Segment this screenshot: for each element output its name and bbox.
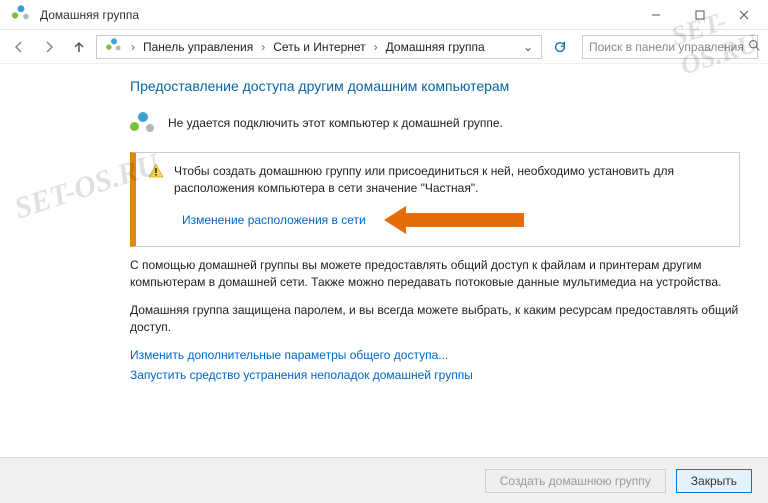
- toolbar: › Панель управления › Сеть и Интернет › …: [0, 30, 768, 64]
- warning-icon: [148, 163, 164, 179]
- footer-bar: Создать домашнюю группу Закрыть: [0, 457, 768, 503]
- homegroup-icon: [101, 34, 127, 59]
- page-heading: Предоставление доступа другим домашним к…: [130, 78, 740, 94]
- breadcrumb-network-internet[interactable]: Сеть и Интернет: [269, 40, 369, 54]
- info-paragraph-1: С помощью домашней группы вы можете пред…: [130, 257, 740, 292]
- homegroup-icon: [8, 2, 34, 27]
- search-input[interactable]: [589, 40, 744, 54]
- advanced-sharing-link[interactable]: Изменить дополнительные параметры общего…: [130, 348, 448, 362]
- close-dialog-button[interactable]: Закрыть: [676, 469, 752, 493]
- titlebar: Домашняя группа: [0, 0, 768, 30]
- window-title: Домашняя группа: [40, 8, 634, 22]
- minimize-button[interactable]: [634, 1, 678, 29]
- up-button[interactable]: [66, 34, 92, 60]
- close-button[interactable]: [722, 1, 766, 29]
- maximize-button[interactable]: [678, 1, 722, 29]
- annotation-arrow: [384, 206, 524, 234]
- troubleshooter-link[interactable]: Запустить средство устранения неполадок …: [130, 368, 473, 382]
- search-box[interactable]: [582, 35, 758, 59]
- refresh-button[interactable]: [548, 35, 572, 59]
- content-area: Предоставление доступа другим домашним к…: [0, 64, 768, 396]
- create-homegroup-button: Создать домашнюю группу: [485, 469, 666, 493]
- status-row: Не удается подключить этот компьютер к д…: [130, 112, 740, 134]
- chevron-right-icon[interactable]: ›: [374, 40, 378, 54]
- back-button[interactable]: [6, 34, 32, 60]
- homegroup-icon: [130, 112, 156, 134]
- change-network-location-link[interactable]: Изменение расположения в сети: [182, 213, 366, 227]
- status-text: Не удается подключить этот компьютер к д…: [168, 116, 503, 130]
- warning-box: Чтобы создать домашнюю группу или присое…: [130, 152, 740, 247]
- info-paragraph-2: Домашняя группа защищена паролем, и вы в…: [130, 302, 740, 337]
- forward-button[interactable]: [36, 34, 62, 60]
- breadcrumb-control-panel[interactable]: Панель управления: [139, 40, 257, 54]
- search-icon[interactable]: [748, 39, 761, 55]
- warning-message: Чтобы создать домашнюю группу или присое…: [174, 163, 727, 198]
- chevron-down-icon[interactable]: ⌄: [519, 40, 537, 54]
- chevron-right-icon[interactable]: ›: [131, 40, 135, 54]
- breadcrumb-homegroup[interactable]: Домашняя группа: [382, 40, 489, 54]
- chevron-right-icon[interactable]: ›: [261, 40, 265, 54]
- breadcrumb[interactable]: › Панель управления › Сеть и Интернет › …: [96, 35, 542, 59]
